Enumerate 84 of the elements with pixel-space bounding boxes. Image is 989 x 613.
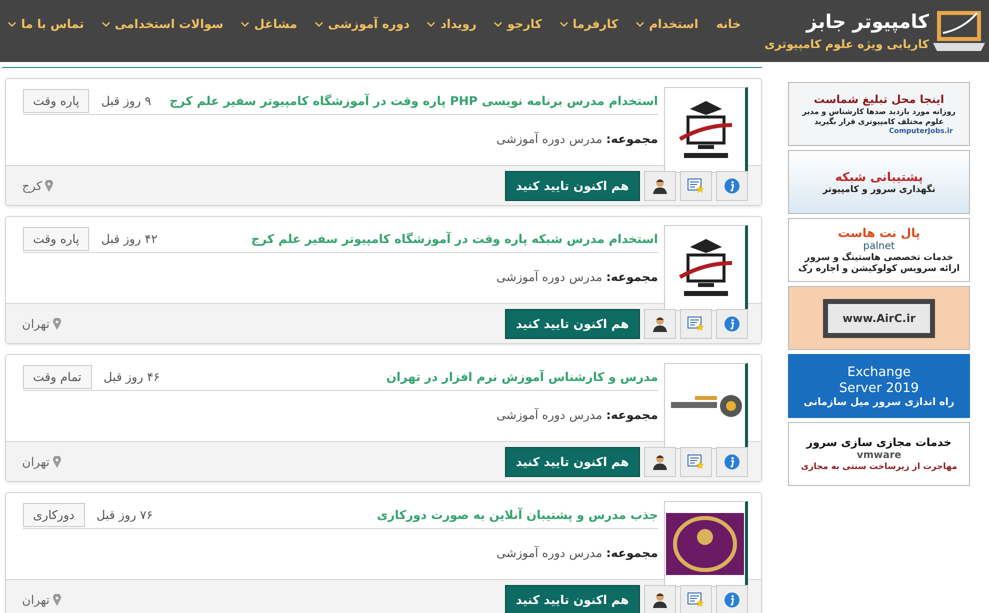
info-button[interactable] [716, 170, 748, 200]
info-icon [724, 454, 740, 470]
bookmark-button[interactable] [680, 584, 712, 613]
nav-link[interactable]: رویداد [427, 17, 477, 31]
posted-time: ۴۶ روز قبل [102, 370, 161, 384]
ad-text: خدمات مجازی سازی سرور [806, 436, 952, 449]
posted-time: ۷۶ روز قبل [96, 508, 154, 522]
location-text: کرج [22, 178, 54, 192]
ad-text: مهاجرت از زیرساخت سنتی به مجازی [800, 462, 958, 472]
posted-time: ۹ روز قبل [100, 94, 152, 108]
job-type-tag: تمام وقت [23, 364, 92, 388]
ad-banner[interactable]: www.AirC.ir [788, 286, 970, 350]
location-text: تهران [22, 316, 61, 330]
nav-link[interactable]: استخدام [636, 17, 698, 31]
nav-link[interactable]: سوالات استخدامی [102, 17, 224, 31]
ad-text: راه اندازی سرور میل سازمانی [804, 396, 954, 408]
ad-text: vmware [856, 450, 902, 461]
ad-text: ارائه سرویس کولوکیشن و اجاره رک [798, 264, 960, 274]
job-type-tag: دورکاری [23, 502, 84, 526]
nav-link[interactable]: کارجو [494, 17, 542, 31]
nav-link[interactable]: کارفرما [560, 17, 618, 31]
card-star-icon [687, 592, 705, 608]
ad-text: اینجا محل تبلیغ شماست [814, 93, 944, 106]
job-title-link[interactable]: استخدام مدرس برنامه نویسی PHP پاره وقت در آموزشگاه کامپیوتر سفیر علم کرج [163, 94, 658, 108]
apply-button[interactable]: هم اکنون تایید کنید [504, 584, 640, 613]
category-text: مجموعه: مدرس دوره آموزشی [495, 132, 658, 146]
info-icon [724, 178, 740, 194]
map-pin-icon [52, 318, 61, 330]
category-text: مجموعه: مدرس دوره آموزشی [495, 270, 658, 284]
info-button[interactable] [716, 446, 748, 476]
job-type-tag: پاره وقت [23, 226, 90, 250]
apply-button[interactable]: هم اکنون تایید کنید [504, 308, 640, 338]
apply-button[interactable]: هم اکنون تایید کنید [504, 446, 640, 476]
info-icon [724, 592, 740, 608]
map-pin-icon [45, 180, 54, 192]
user-icon [652, 592, 668, 608]
card-star-icon [687, 454, 705, 470]
nav-link[interactable]: دوره آموزشی [314, 17, 410, 31]
ad-text: Server 2019 [839, 380, 919, 396]
ad-text: خدمات تخصصی هاستینگ و سرور [804, 253, 954, 263]
logo-subtitle: کاریابی ویژه علوم کامپیوتری [764, 37, 929, 51]
ad-banner[interactable]: پشتیبانی شبکه نگهداری سرور و کامپیوتر [788, 150, 970, 214]
job-title-link[interactable]: مدرس و کارشناس آموزش نرم افزار در تهران [172, 370, 658, 384]
ad-text: www.AirC.ir [823, 298, 935, 338]
ad-text: پشتیبانی شبکه [835, 170, 923, 184]
nav-link[interactable]: تماس با ما [8, 17, 84, 31]
card-star-icon [687, 316, 705, 332]
bookmark-button[interactable] [680, 308, 712, 338]
laptop-icon [933, 9, 985, 53]
ad-text: نگهداری سرور و کامپیوتر [822, 184, 936, 194]
profile-button[interactable] [644, 308, 676, 338]
user-icon [652, 454, 668, 470]
location-text: تهران [22, 454, 61, 468]
company-logo[interactable] [664, 363, 748, 449]
category-text: مجموعه: مدرس دوره آموزشی [495, 408, 658, 422]
profile-button[interactable] [644, 446, 676, 476]
user-icon [652, 316, 668, 332]
logo-title[interactable]: کامپیوتر جابز [764, 11, 929, 33]
info-icon [724, 316, 740, 332]
apply-button[interactable]: هم اکنون تایید کنید [504, 170, 640, 200]
info-button[interactable] [716, 584, 748, 613]
user-icon [652, 178, 668, 194]
job-type-tag: پاره وقت [23, 88, 90, 112]
profile-button[interactable] [644, 170, 676, 200]
profile-button[interactable] [644, 584, 676, 613]
job-title-link[interactable]: جذب مدرس و پشتیبان آنلاین به صورت دورکاری [164, 508, 658, 522]
map-pin-icon [52, 594, 61, 606]
ad-text: palnet [863, 241, 895, 252]
ad-text: Exchange [847, 364, 911, 380]
posted-time: ۴۲ روز قبل [100, 232, 159, 246]
category-text: مجموعه: مدرس دوره آموزشی [495, 546, 658, 560]
nav-link[interactable]: مشاغل [241, 17, 298, 31]
map-pin-icon [52, 456, 61, 468]
ad-text: پال نت هاست [838, 226, 920, 240]
company-logo[interactable] [664, 501, 748, 587]
job-title-link[interactable]: استخدام مدرس شبکه پاره وقت در آموزشگاه کامپیوتر سفیر علم کرج [170, 232, 658, 246]
info-button[interactable] [716, 308, 748, 338]
bookmark-button[interactable] [680, 170, 712, 200]
bookmark-button[interactable] [680, 446, 712, 476]
nav-link[interactable]: خانه [716, 17, 741, 31]
card-star-icon [687, 178, 705, 194]
location-text: تهران [22, 592, 61, 606]
company-logo[interactable] [664, 225, 748, 311]
company-logo[interactable] [664, 87, 748, 173]
